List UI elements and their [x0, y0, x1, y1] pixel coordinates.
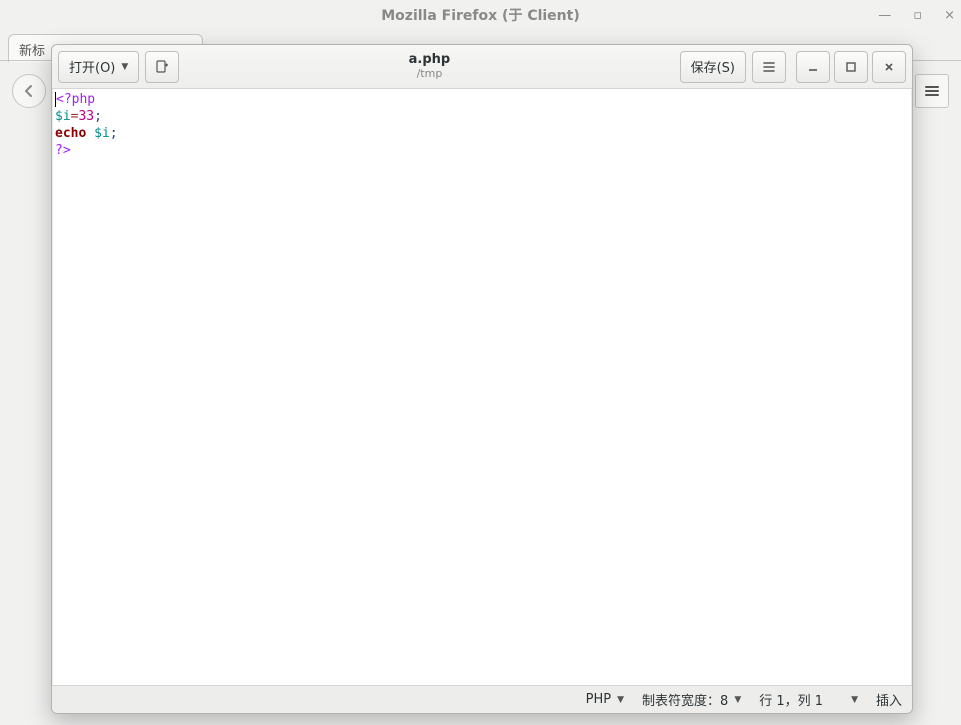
gedit-close-button[interactable] [872, 51, 906, 83]
open-button[interactable]: 打开(O) ▼ [58, 51, 139, 83]
code-token: ; [110, 126, 118, 141]
firefox-minimize-button[interactable]: — [878, 8, 891, 23]
gedit-maximize-button[interactable] [834, 51, 868, 83]
gedit-minimize-button[interactable] [796, 51, 830, 83]
chevron-down-icon: ▼ [734, 695, 741, 705]
hamburger-icon [924, 83, 940, 99]
code-token: $i [94, 126, 110, 141]
editor-textarea[interactable]: <?php $i=33; echo $i; ?> [52, 89, 912, 685]
chevron-down-icon: ▼ [121, 62, 128, 72]
firefox-window-controls: — ▫ × [878, 0, 955, 30]
gedit-statusbar: PHP ▼ 制表符宽度：8 ▼ 行 1，列 1 ▼ 插入 [52, 685, 912, 713]
firefox-back-button[interactable] [12, 74, 46, 108]
tabwidth-label: 制表符宽度：8 [642, 690, 728, 709]
minimize-icon [806, 60, 820, 74]
hamburger-menu-button[interactable] [752, 51, 786, 83]
firefox-menu-button[interactable] [915, 74, 949, 108]
gedit-title-area: a.php /tmp [185, 53, 673, 79]
gedit-filename: a.php [409, 53, 451, 67]
new-tab-button[interactable] [145, 51, 179, 83]
close-icon [882, 60, 896, 74]
gedit-window-controls [796, 51, 906, 83]
firefox-window-title: Mozilla Firefox (于 Client) [381, 5, 580, 25]
code-token: ; [94, 109, 102, 124]
open-button-label: 打开(O) [69, 57, 115, 76]
new-document-icon [154, 59, 170, 75]
language-selector[interactable]: PHP ▼ [586, 692, 624, 707]
save-button[interactable]: 保存(S) [680, 51, 746, 83]
rowcol-indicator[interactable]: 行 1，列 1 ▼ [759, 690, 858, 709]
rowcol-label: 行 1，列 1 [759, 690, 823, 709]
arrow-left-icon [21, 83, 37, 99]
gedit-headerbar: 打开(O) ▼ a.php /tmp 保存(S) [52, 45, 912, 89]
chevron-down-icon: ▼ [851, 695, 858, 705]
maximize-icon [844, 60, 858, 74]
tabwidth-selector[interactable]: 制表符宽度：8 ▼ [642, 690, 741, 709]
insert-mode-label: 插入 [876, 690, 902, 709]
code-token: <?php [56, 92, 95, 107]
code-token: echo [55, 126, 86, 141]
hamburger-icon [761, 59, 777, 75]
language-label: PHP [586, 692, 611, 707]
gedit-path: /tmp [417, 68, 443, 80]
gedit-window: 打开(O) ▼ a.php /tmp 保存(S) [51, 44, 913, 714]
code-token: $i [55, 109, 71, 124]
firefox-maximize-button[interactable]: ▫ [913, 8, 922, 23]
firefox-tab-label: 新标 [19, 44, 45, 59]
firefox-close-button[interactable]: × [944, 8, 955, 23]
code-token: 33 [78, 109, 94, 124]
firefox-titlebar: Mozilla Firefox (于 Client) — ▫ × [0, 0, 961, 30]
save-button-label: 保存(S) [691, 57, 735, 76]
code-token: ?> [55, 143, 71, 158]
chevron-down-icon: ▼ [617, 695, 624, 705]
